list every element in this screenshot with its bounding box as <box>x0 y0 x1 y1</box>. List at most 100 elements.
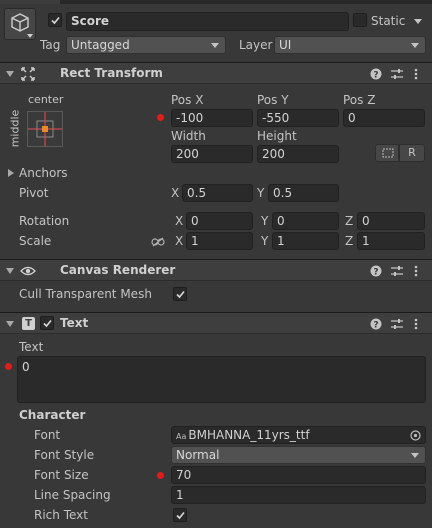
anchors-foldout-icon[interactable] <box>8 169 14 177</box>
tag-label: Tag <box>40 38 61 52</box>
anchor-preset-button[interactable] <box>27 111 63 147</box>
anchor-preset-top-label: center <box>28 93 64 106</box>
raw-edit-button[interactable]: R <box>399 144 425 162</box>
rotation-y-field[interactable]: 0 <box>272 212 339 230</box>
static-label: Static <box>371 14 406 28</box>
rotation-z-field[interactable]: 0 <box>357 212 425 230</box>
rotation-label: Rotation <box>19 214 70 228</box>
chevron-down-icon <box>411 453 419 458</box>
layer-dropdown[interactable]: UI <box>274 36 426 54</box>
static-checkbox[interactable] <box>353 13 367 27</box>
rotation-x-label: X <box>175 214 184 228</box>
text-field-label: Text <box>19 340 44 354</box>
pos-z-label: Pos Z <box>343 93 376 107</box>
help-icon[interactable]: ? <box>370 68 382 80</box>
tag-value: Untagged <box>71 38 130 52</box>
scale-y-field[interactable]: 1 <box>272 232 339 250</box>
svg-text:?: ? <box>373 268 378 278</box>
line-spacing-label: Line Spacing <box>34 488 111 502</box>
chevron-down-icon <box>211 43 219 48</box>
blueprint-mode-button[interactable] <box>375 144 399 162</box>
anchor-preset-side-label: middle <box>8 109 22 148</box>
pos-y-label: Pos Y <box>257 93 289 107</box>
check-icon <box>176 511 185 520</box>
character-section-label: Character <box>19 408 86 422</box>
font-style-dropdown[interactable]: Normal <box>171 446 426 464</box>
pivot-y-label: Y <box>257 186 265 200</box>
override-indicator <box>157 114 164 121</box>
layer-label: Layer <box>239 38 273 52</box>
width-field[interactable]: 200 <box>171 145 253 163</box>
static-dropdown-arrow[interactable] <box>414 19 422 24</box>
foldout-arrow-icon[interactable] <box>6 268 14 274</box>
pivot-x-label: X <box>171 186 180 200</box>
height-label: Height <box>257 129 297 143</box>
font-label: Font <box>34 428 61 442</box>
pos-x-field[interactable]: -100 <box>171 109 253 127</box>
preset-sliders-icon[interactable] <box>391 68 403 80</box>
font-style-value: Normal <box>176 448 220 462</box>
pos-x-label: Pos X <box>171 93 204 107</box>
rect-transform-icon <box>21 67 35 81</box>
rect-transform-header[interactable]: Rect Transform ? <box>0 62 432 84</box>
active-checkbox[interactable] <box>48 13 62 27</box>
foldout-arrow-icon[interactable] <box>6 321 14 327</box>
constrain-proportions-icon[interactable] <box>151 237 165 247</box>
height-field[interactable]: 200 <box>257 145 339 163</box>
anchors-label[interactable]: Anchors <box>19 166 68 180</box>
text-area[interactable]: 0 <box>17 356 426 403</box>
dotted-rect-icon <box>382 148 394 158</box>
font-object-field[interactable]: Aa BMHANNA_11yrs_ttf <box>171 426 426 444</box>
preset-sliders-icon[interactable] <box>391 265 403 277</box>
chevron-down-icon <box>411 43 419 48</box>
pivot-x-field[interactable]: 0.5 <box>182 184 253 202</box>
text-component-icon: T <box>22 317 35 330</box>
rect-transform-title: Rect Transform <box>60 66 163 80</box>
rotation-y-label: Y <box>261 214 269 228</box>
preset-sliders-icon[interactable] <box>391 318 403 330</box>
pivot-label: Pivot <box>19 186 49 200</box>
font-size-label: Font Size <box>34 468 89 482</box>
object-picker-icon[interactable] <box>410 430 421 441</box>
gameobject-icon-button[interactable] <box>4 8 36 40</box>
font-style-label: Font Style <box>34 448 95 462</box>
text-component-title: Text <box>60 316 89 330</box>
rotation-z-label: Z <box>345 214 354 228</box>
cull-transparent-mesh-label: Cull Transparent Mesh <box>19 287 152 301</box>
scale-x-field[interactable]: 1 <box>186 232 253 250</box>
font-size-field[interactable]: 70 <box>171 466 426 484</box>
help-icon[interactable]: ? <box>370 318 382 330</box>
scale-x-label: X <box>175 234 184 248</box>
pos-z-field[interactable]: 0 <box>343 109 425 127</box>
scale-y-label: Y <box>261 234 269 248</box>
top-tab-active <box>0 0 60 4</box>
check-icon <box>51 16 60 25</box>
object-name-input[interactable]: Score <box>66 12 349 31</box>
pivot-y-field[interactable]: 0.5 <box>268 184 339 202</box>
text-component-header[interactable]: T Text ? <box>0 312 432 334</box>
scale-z-label: Z <box>345 234 354 248</box>
check-icon <box>176 290 185 299</box>
font-value: BMHANNA_11yrs_ttf <box>188 428 310 442</box>
line-spacing-field[interactable]: 1 <box>171 486 426 504</box>
top-tab-strip <box>0 0 432 4</box>
rich-text-label: Rich Text <box>34 508 88 522</box>
pos-y-field[interactable]: -550 <box>257 109 339 127</box>
cube-icon <box>11 13 29 32</box>
tag-dropdown[interactable]: Untagged <box>66 36 226 54</box>
scale-z-field[interactable]: 1 <box>357 232 425 250</box>
kebab-menu-icon[interactable] <box>414 265 418 277</box>
help-icon[interactable]: ? <box>370 265 382 277</box>
foldout-arrow-icon[interactable] <box>6 71 14 77</box>
icon-dropdown-arrow <box>27 34 33 38</box>
rotation-x-field[interactable]: 0 <box>186 212 253 230</box>
scale-label: Scale <box>19 234 52 248</box>
text-enabled-checkbox[interactable] <box>40 316 54 330</box>
anchor-crosshair-icon <box>28 112 62 146</box>
rich-text-checkbox[interactable] <box>173 508 187 522</box>
kebab-menu-icon[interactable] <box>414 68 418 80</box>
svg-text:?: ? <box>373 321 378 331</box>
cull-transparent-mesh-checkbox[interactable] <box>173 287 187 301</box>
kebab-menu-icon[interactable] <box>414 318 418 330</box>
canvas-renderer-header[interactable]: Canvas Renderer ? <box>0 259 432 281</box>
